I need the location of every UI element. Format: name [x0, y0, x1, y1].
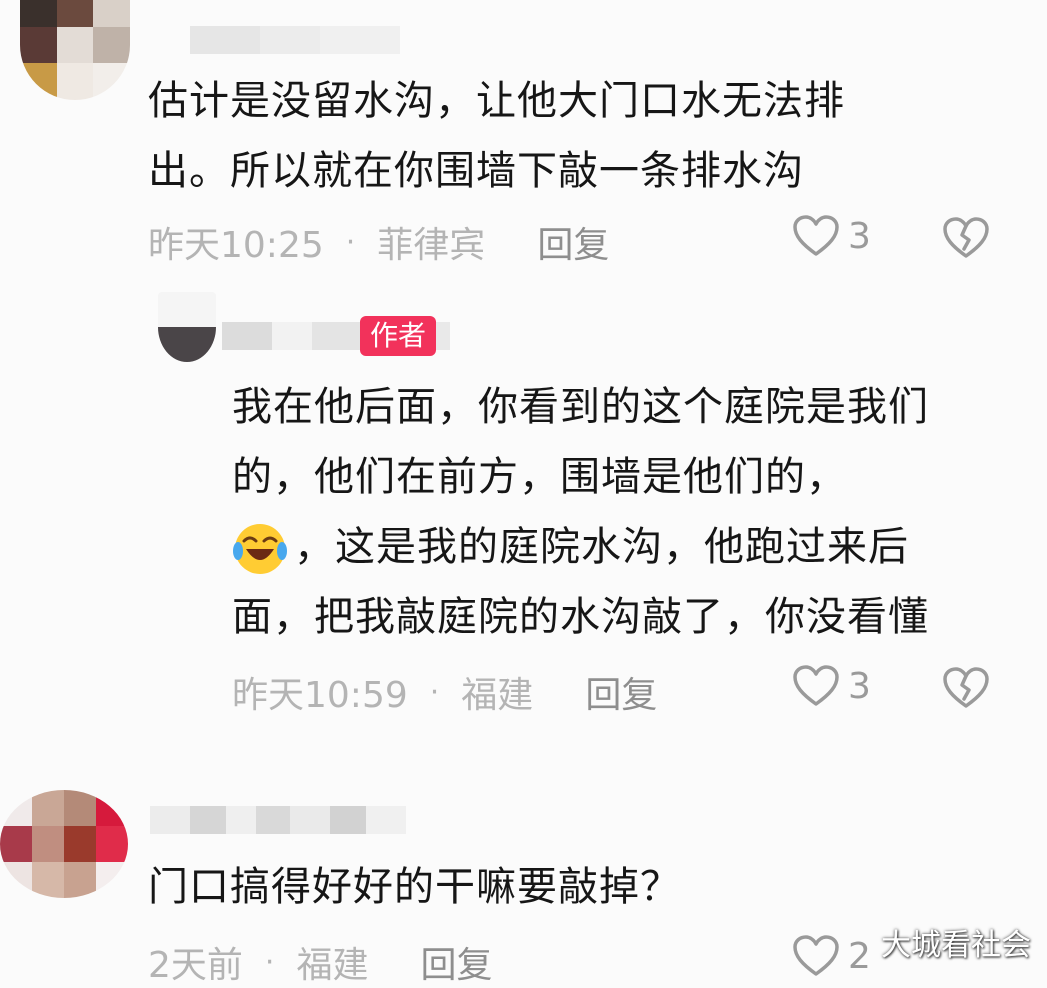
username-redacted[interactable] [150, 806, 406, 834]
heart-outline-icon [793, 665, 839, 706]
dislike-button[interactable] [942, 216, 990, 264]
avatar[interactable] [0, 790, 128, 898]
like-button[interactable]: 3 [792, 664, 871, 708]
timestamp: 2天前 [148, 945, 243, 986]
comment-text: 估计是没留水沟，让他大门口水无法排 出。所以就在你围墙下敲一条排水沟 [148, 78, 845, 194]
reply-button[interactable]: 回复 [537, 216, 609, 268]
comment-text: 门口搞得好好的干嘛要敲掉？ [148, 864, 681, 910]
laughing-tears-emoji [233, 524, 287, 574]
separator: · [429, 674, 440, 710]
like-count: 3 [848, 665, 871, 707]
timestamp: 昨天10:25 [148, 225, 324, 266]
like-button[interactable]: 2 [792, 934, 871, 978]
comment-meta: 昨天10:25 · 菲律宾 回复 [148, 216, 609, 268]
like-button[interactable]: 3 [792, 214, 871, 258]
comment-meta: 昨天10:59 · 福建 回复 [232, 666, 657, 718]
like-count: 3 [848, 215, 871, 257]
watermark: 大城看社会 [881, 928, 1031, 963]
dislike-button[interactable] [942, 666, 990, 714]
like-count: 2 [848, 935, 871, 977]
broken-heart-icon [943, 667, 989, 708]
timestamp: 昨天10:59 [232, 675, 408, 716]
broken-heart-icon [943, 217, 989, 258]
location: 菲律宾 [377, 225, 486, 266]
location: 福建 [296, 945, 369, 986]
heart-outline-icon [793, 935, 839, 976]
author-badge: 作者 [360, 316, 437, 356]
separator: · [345, 224, 356, 260]
reply-button[interactable]: 回复 [420, 936, 492, 988]
username-redacted[interactable] [190, 26, 400, 54]
reply-button[interactable]: 回复 [585, 666, 657, 718]
separator: · [264, 944, 275, 980]
location: 福建 [461, 675, 534, 716]
avatar[interactable] [158, 292, 216, 362]
comment-text: 我在他后面，你看到的这个庭院是我们 的，他们在前方，围墙是他们的， ，这是我的庭… [232, 384, 929, 640]
comment-meta: 2天前 · 福建 回复 [148, 936, 492, 988]
heart-outline-icon [793, 215, 839, 256]
avatar[interactable] [20, 0, 130, 100]
